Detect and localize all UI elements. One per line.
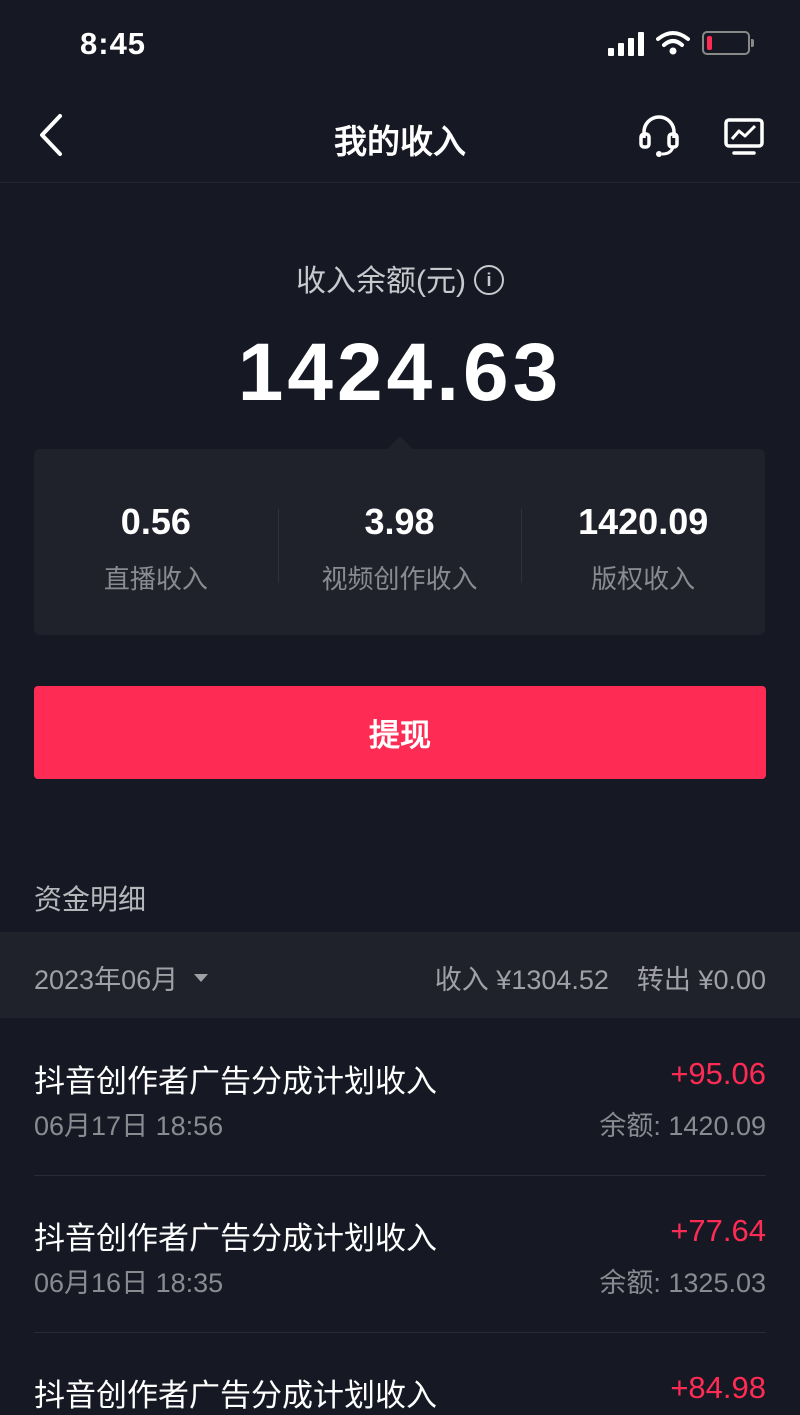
breakdown-video[interactable]: 3.98 视频创作收入: [277, 449, 522, 635]
transaction-balance: 余额: 1420.09: [599, 1111, 766, 1141]
section-title: 资金明细: [34, 884, 147, 915]
wifi-icon: [656, 31, 690, 55]
transaction-date: 06月17日 18:56: [34, 1111, 224, 1141]
transaction-name: 抖音创作者广告分成计划收入: [34, 1378, 437, 1413]
signal-icon: [608, 30, 644, 56]
headset-icon[interactable]: [637, 112, 681, 158]
transaction-row[interactable]: 抖音创作者广告分成计划收入 +84.98: [34, 1332, 766, 1413]
status-icons: [608, 30, 754, 56]
income-breakdown-card: 0.56 直播收入 3.98 视频创作收入 1420.09 版权收入: [34, 449, 765, 635]
caret-down-icon: [194, 973, 209, 982]
balance-label-text: 收入余额(元): [296, 265, 466, 298]
transaction-row[interactable]: 抖音创作者广告分成计划收入 06月16日 18:35 +77.64 余额: 13…: [34, 1175, 766, 1333]
breakdown-label: 视频创作收入: [321, 564, 478, 594]
breakdown-value: 0.56: [120, 501, 191, 542]
balance-amount: 1424.63: [237, 327, 563, 418]
breakdown-copyright[interactable]: 1420.09 版权收入: [521, 449, 765, 635]
breakdown-label: 版权收入: [591, 564, 696, 594]
info-icon[interactable]: i: [473, 265, 504, 296]
month-label: 2023年06月: [34, 965, 179, 995]
transaction-date: 06月16日 18:35: [34, 1268, 224, 1298]
income-summary: 收入 ¥1304.52: [434, 965, 609, 995]
balance-label: 收入余额(元) i: [0, 256, 800, 300]
breakdown-value: 1420.09: [578, 501, 709, 542]
outflow-summary: 转出 ¥0.00: [636, 965, 766, 995]
transaction-name: 抖音创作者广告分成计划收入: [34, 1064, 437, 1099]
status-bar: 8:45: [0, 0, 800, 90]
battery-low-icon: [702, 31, 754, 55]
status-time: 8:45: [80, 26, 147, 61]
breakdown-label: 直播收入: [103, 564, 208, 594]
transaction-amount: +77.64: [670, 1213, 766, 1248]
breakdown-value: 3.98: [364, 501, 435, 542]
withdraw-button[interactable]: 提现: [34, 686, 766, 779]
transaction-amount: +95.06: [670, 1056, 766, 1091]
transaction-row[interactable]: 抖音创作者广告分成计划收入 06月17日 18:56 +95.06 余额: 14…: [34, 1018, 766, 1176]
transaction-name: 抖音创作者广告分成计划收入: [34, 1221, 437, 1256]
month-selector[interactable]: 2023年06月: [34, 958, 209, 997]
month-summary: 收入 ¥1304.52 转出 ¥0.00: [435, 958, 766, 997]
breakdown-live[interactable]: 0.56 直播收入: [34, 449, 278, 635]
month-bar: 2023年06月 收入 ¥1304.52 转出 ¥0.00: [0, 932, 800, 1018]
transaction-amount: +84.98: [670, 1370, 766, 1405]
transaction-balance: 余额: 1325.03: [599, 1268, 766, 1298]
nav-bar: 我的收入: [0, 90, 800, 183]
chart-icon[interactable]: [722, 114, 766, 158]
balance-pointer: [388, 436, 412, 449]
